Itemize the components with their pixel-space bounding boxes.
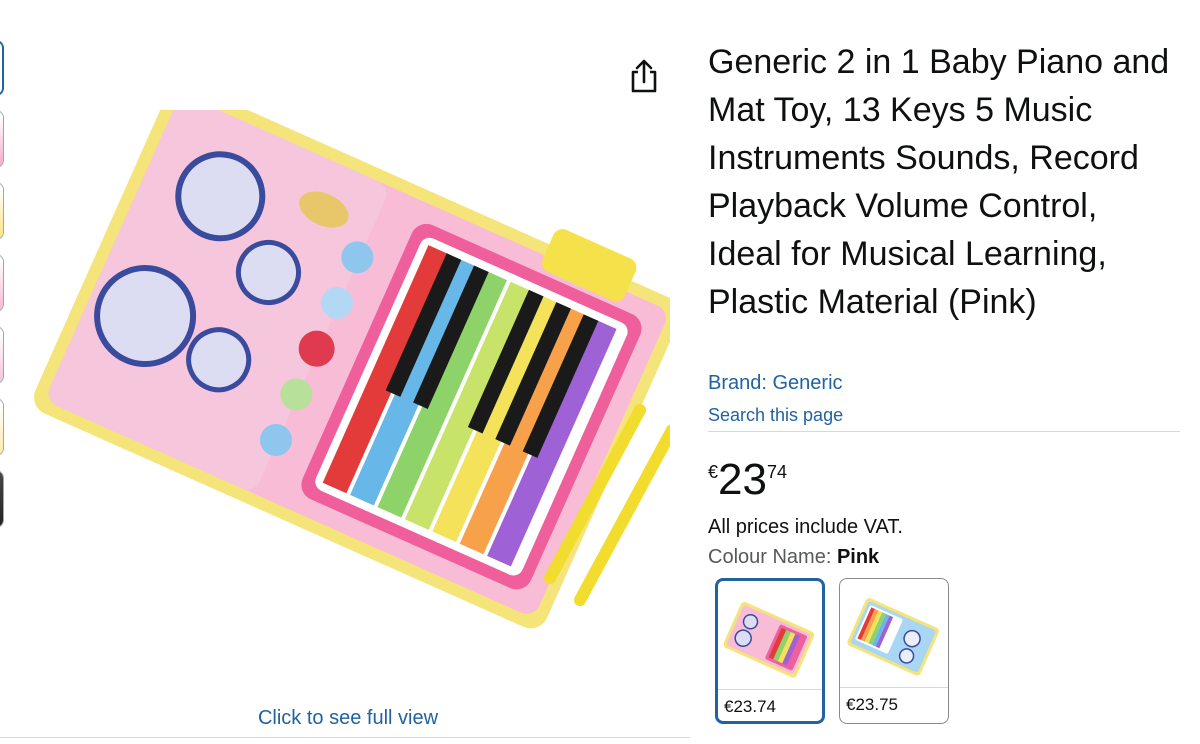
thumbnail-3[interactable]: [0, 182, 4, 240]
search-page-link[interactable]: Search this page: [708, 405, 843, 426]
price: €2374: [708, 452, 787, 508]
variant-image: [846, 587, 942, 683]
see-full-view-link[interactable]: Click to see full view: [0, 707, 696, 730]
price-symbol: €: [708, 462, 719, 482]
colour-value: Pink: [836, 546, 880, 568]
price-fraction: 74: [766, 462, 787, 482]
colour-label: Colour Name:: [708, 546, 837, 568]
thumbnail-2[interactable]: [0, 110, 4, 168]
variant-swatch-blue[interactable]: €23.75: [839, 578, 949, 724]
divider: [0, 737, 690, 738]
vat-note: All prices include VAT.: [708, 516, 903, 538]
thumbnail-strip: [0, 40, 6, 542]
variant-swatch-pink[interactable]: €23.74: [715, 578, 825, 724]
thumbnail-7[interactable]: [0, 470, 4, 528]
share-icon[interactable]: [628, 58, 660, 94]
main-product-image[interactable]: [10, 83, 681, 630]
thumbnail-5[interactable]: [0, 326, 4, 384]
divider: [708, 431, 1180, 432]
variant-image: [723, 589, 816, 685]
colour-name: Colour Name: Pink: [708, 546, 879, 569]
thumbnail-1[interactable]: [0, 40, 4, 96]
price-whole: 23: [718, 455, 767, 504]
thumbnail-6[interactable]: [0, 398, 4, 456]
product-title: Generic 2 in 1 Baby Piano and Mat Toy, 1…: [708, 43, 1170, 321]
thumbnail-4[interactable]: [0, 254, 4, 312]
variant-price: €23.75: [846, 695, 898, 714]
variant-price: €23.74: [724, 697, 776, 716]
brand-link[interactable]: Brand: Generic: [708, 372, 843, 395]
